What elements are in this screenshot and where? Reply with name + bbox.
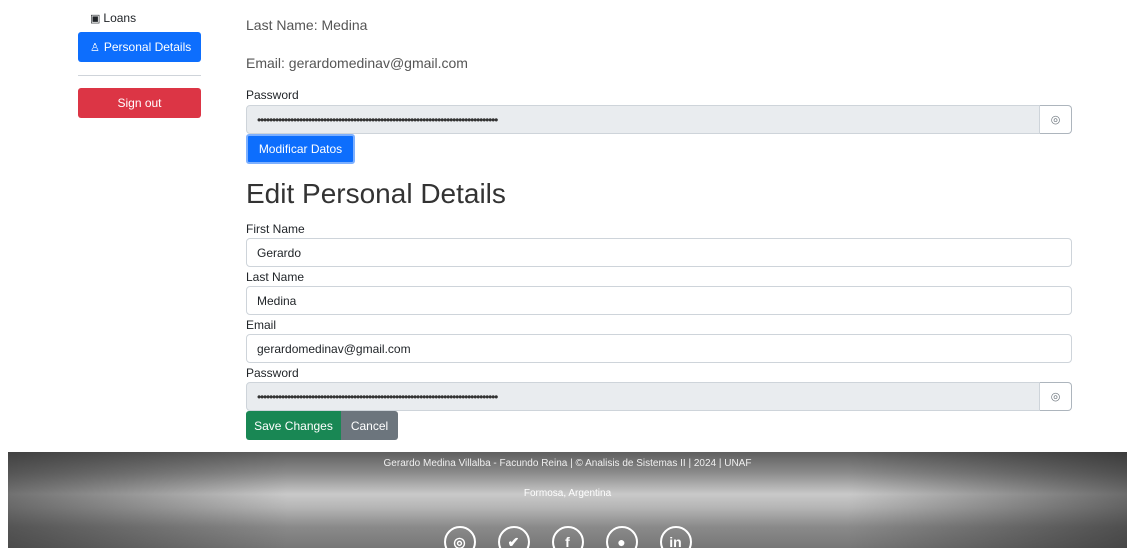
save-changes-button[interactable]: Save Changes: [246, 411, 341, 440]
last-name-input[interactable]: Medina: [246, 286, 1072, 315]
first-name-label: First Name: [246, 222, 305, 236]
email-label: Email: [246, 318, 277, 332]
footer-credits: Gerardo Medina Villalba - Facundo Reina …: [383, 458, 752, 469]
last-name-label: Last Name: [246, 270, 305, 284]
sidebar-item-personal-details-label: Personal Details: [103, 40, 192, 54]
sidebar: ▣ Loans ♙ Personal Details Sign out: [78, 0, 201, 118]
sidebar-item-personal-details[interactable]: ♙ Personal Details: [78, 32, 201, 62]
instagram-icon[interactable]: ◎: [443, 526, 476, 548]
eye-icon: ◎: [1050, 391, 1061, 403]
first-name-input[interactable]: Gerardo: [246, 238, 1072, 267]
edit-section-title: Edit Personal Details: [246, 178, 506, 209]
toggle-password-button[interactable]: ◎: [1040, 105, 1072, 134]
footer: Gerardo Medina Villalba - Facundo Reina …: [8, 452, 1127, 548]
cancel-button[interactable]: Cancel: [341, 411, 398, 440]
sidebar-item-loans[interactable]: ▣ Loans: [78, 8, 201, 28]
footer-location: Formosa, Argentina: [523, 488, 612, 499]
twitter-icon[interactable]: ✔: [497, 526, 530, 548]
modify-data-button[interactable]: Modificar Datos: [246, 134, 355, 164]
last-name-display: Last Name: Medina: [246, 17, 368, 33]
toggle-password-edit-button[interactable]: ◎: [1040, 382, 1072, 411]
email-display: Email: gerardomedinav@gmail.com: [246, 55, 468, 71]
password-input-group: ••••••••••••••••••••••••••••••••••••••••…: [246, 382, 1072, 411]
sidebar-divider: [78, 75, 201, 76]
password-display-label: Password: [246, 88, 299, 102]
sidebar-item-loans-label: Loans: [103, 11, 137, 25]
linkedin-icon[interactable]: in: [659, 526, 692, 548]
github-icon[interactable]: ●: [605, 526, 638, 548]
password-display-group: ••••••••••••••••••••••••••••••••••••••••…: [246, 105, 1072, 134]
password-label: Password: [246, 366, 299, 380]
password-input[interactable]: ••••••••••••••••••••••••••••••••••••••••…: [246, 382, 1040, 411]
eye-icon: ◎: [1050, 114, 1061, 126]
social-links: ◎ ✔ f ● in: [8, 526, 1127, 548]
loans-icon: ▣: [90, 12, 101, 25]
facebook-icon[interactable]: f: [551, 526, 584, 548]
password-display-field[interactable]: ••••••••••••••••••••••••••••••••••••••••…: [246, 105, 1040, 134]
user-icon: ♙: [90, 41, 100, 54]
sign-out-button[interactable]: Sign out: [78, 88, 201, 118]
email-input[interactable]: gerardomedinav@gmail.com: [246, 334, 1072, 363]
